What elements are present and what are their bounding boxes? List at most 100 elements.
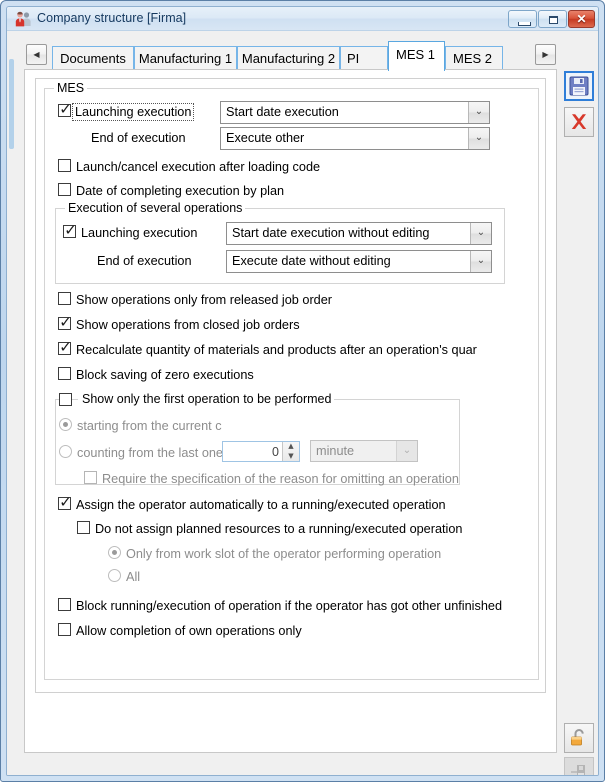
tab-pi[interactable]: PI [340, 46, 388, 71]
chevron-down-icon: ⌄ [402, 445, 412, 456]
resource-scope-work-slot-label: Only from work slot of the operator perf… [126, 547, 442, 561]
recalculate-quantity-checkbox[interactable]: ✓ [58, 338, 72, 356]
show-released-only-label: Show operations only from released job o… [76, 293, 333, 307]
save-button[interactable] [564, 71, 594, 101]
chevron-down-icon: ⌄ [476, 255, 486, 266]
combo-dropdown-button[interactable]: ⌄ [470, 223, 491, 244]
spinner-buttons[interactable]: ▲ ▼ [282, 442, 299, 461]
close-button[interactable]: ✕ [568, 10, 595, 28]
counting-from-last-label: counting from the last one [77, 446, 223, 460]
tab-label: Manufacturing 1 [138, 51, 233, 66]
assign-operator-checkbox[interactable]: ✓ [58, 493, 72, 511]
padlock-open-icon [571, 729, 584, 746]
check-icon: ✓ [59, 493, 72, 511]
end-of-execution-label: End of execution [91, 131, 186, 145]
pin-save-button[interactable] [564, 757, 594, 775]
application-window: Company structure [Firma] ✕ ◀ Documents … [0, 0, 605, 782]
tab-scroll-right-button[interactable]: ▶ [535, 44, 556, 65]
pin-save-icon [571, 765, 585, 775]
resource-scope-work-slot-radio[interactable] [108, 546, 121, 559]
block-running-unfinished-label: Block running/execution of operation if … [76, 599, 503, 613]
combo-value: Start date execution without editing [232, 226, 430, 240]
do-not-assign-resources-label: Do not assign planned resources to a run… [95, 522, 463, 536]
combo-dropdown-button[interactable]: ⌄ [468, 102, 489, 123]
several-launching-execution-checkbox[interactable]: ✓ [63, 221, 77, 239]
combo-dropdown-button[interactable]: ⌄ [396, 441, 417, 461]
counting-from-last-radio[interactable] [59, 445, 72, 458]
several-operations-group-title: Execution of several operations [65, 201, 246, 215]
maximize-button[interactable] [538, 10, 567, 28]
first-operation-group-checkbox[interactable] [59, 393, 72, 406]
chevron-down-icon: ⌄ [474, 132, 484, 143]
show-closed-label: Show operations from closed job orders [76, 318, 300, 332]
block-zero-executions-checkbox[interactable] [58, 367, 71, 380]
people-icon [15, 11, 32, 27]
title-bar[interactable]: Company structure [Firma] ✕ [7, 7, 598, 31]
client-area: ◀ Documents Manufacturing 1 Manufacturin… [7, 31, 598, 775]
tab-documents[interactable]: Documents [52, 46, 134, 71]
launch-cancel-after-code-label: Launch/cancel execution after loading co… [76, 160, 321, 174]
date-of-completing-checkbox[interactable] [58, 183, 71, 196]
window-title: Company structure [Firma] [37, 11, 187, 25]
tab-manufacturing-2[interactable]: Manufacturing 2 [237, 46, 340, 71]
combo-value: minute [316, 444, 355, 458]
unlock-button[interactable] [564, 723, 594, 753]
combo-dropdown-button[interactable]: ⌄ [468, 128, 489, 149]
starting-from-current-radio[interactable] [59, 418, 72, 431]
allow-own-operations-checkbox[interactable] [58, 623, 71, 636]
tab-label: PI [347, 51, 360, 66]
chevron-right-icon: ▶ [542, 50, 549, 59]
several-end-of-execution-label: End of execution [97, 254, 192, 268]
mes-group-title: MES [54, 81, 88, 95]
starting-from-current-label: starting from the current c [77, 419, 222, 433]
minimize-button[interactable] [508, 10, 537, 28]
cancel-button[interactable] [564, 107, 594, 137]
settings-panel: MES ✓ Launching execution Start date exe… [35, 78, 546, 693]
tab-label: MES 1 [396, 47, 436, 62]
resource-scope-all-radio[interactable] [108, 569, 121, 582]
block-zero-executions-label: Block saving of zero executions [76, 368, 254, 382]
radio-dot-icon [112, 550, 117, 555]
launching-execution-combo[interactable]: Start date execution ⌄ [220, 101, 490, 124]
do-not-assign-resources-checkbox[interactable] [77, 521, 90, 534]
show-released-only-checkbox[interactable] [58, 292, 71, 305]
end-of-execution-combo[interactable]: Execute other ⌄ [220, 127, 490, 150]
tab-manufacturing-1[interactable]: Manufacturing 1 [134, 46, 237, 71]
tab-content-panel: MES ✓ Launching execution Start date exe… [24, 69, 557, 753]
chevron-down-icon: ⌄ [476, 227, 486, 238]
left-scroll-indicator[interactable] [9, 59, 14, 149]
launching-execution-checkbox[interactable]: ✓ [58, 100, 72, 118]
tab-mes-1[interactable]: MES 1 [388, 41, 445, 71]
require-reason-checkbox[interactable] [84, 471, 97, 484]
tab-scroll-left-button[interactable]: ◀ [26, 44, 47, 65]
show-closed-checkbox[interactable]: ✓ [58, 314, 72, 331]
tab-mes-2[interactable]: MES 2 [445, 46, 503, 71]
combo-value: Execute other [226, 131, 305, 145]
mes-group-box: MES ✓ Launching execution Start date exe… [44, 81, 539, 680]
combo-value: Execute date without editing [232, 254, 391, 268]
check-icon: ✓ [59, 338, 72, 356]
tab-label: Documents [60, 51, 126, 66]
date-of-completing-label: Date of completing execution by plan [76, 184, 285, 198]
time-unit-combo[interactable]: minute ⌄ [310, 440, 418, 462]
several-operations-group-box: Execution of several operations ✓ Launch… [55, 201, 505, 284]
minimize-icon [518, 22, 531, 26]
allow-own-operations-label: Allow completion of own operations only [76, 624, 302, 638]
combo-value: Start date execution [226, 105, 339, 119]
assign-operator-label: Assign the operator automatically to a r… [76, 498, 446, 512]
launching-execution-label: Launching execution [72, 103, 195, 121]
check-icon: ✓ [59, 100, 72, 118]
require-reason-label: Require the specification of the reason … [102, 472, 459, 486]
launch-cancel-after-code-checkbox[interactable] [58, 159, 71, 172]
spinner-up-icon[interactable]: ▲ [283, 442, 299, 451]
spinner-value: 0 [272, 445, 279, 459]
block-running-unfinished-checkbox[interactable] [58, 598, 71, 611]
recalculate-quantity-label: Recalculate quantity of materials and pr… [76, 343, 477, 357]
several-end-of-execution-combo[interactable]: Execute date without editing ⌄ [226, 250, 492, 273]
combo-dropdown-button[interactable]: ⌄ [470, 251, 491, 272]
check-icon: ✓ [64, 221, 77, 239]
maximize-icon [549, 16, 558, 24]
omit-value-spinner[interactable]: 0 ▲ ▼ [222, 441, 300, 462]
several-launching-execution-combo[interactable]: Start date execution without editing ⌄ [226, 222, 492, 245]
spinner-down-icon[interactable]: ▼ [283, 452, 299, 461]
